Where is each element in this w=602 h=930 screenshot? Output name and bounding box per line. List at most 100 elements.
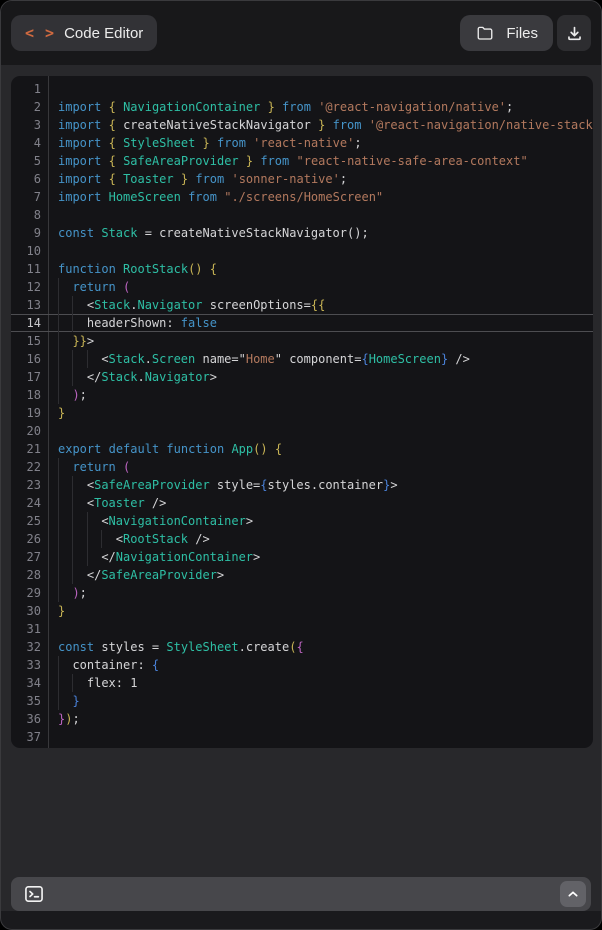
indent-guide <box>58 674 73 692</box>
download-button[interactable] <box>557 15 591 51</box>
code-brackets-icon: < > <box>25 24 56 42</box>
terminal-icon <box>23 883 45 905</box>
code-line[interactable]: 27 </NavigationContainer> <box>11 548 593 566</box>
code-line[interactable]: 32 const styles = StyleSheet.create({ <box>11 638 593 656</box>
line-number: 10 <box>26 244 41 258</box>
code-token: Home <box>245 352 275 366</box>
code-token: styles = <box>94 640 167 654</box>
indent-guide <box>86 530 102 548</box>
code-token: Navigator <box>137 298 203 312</box>
code-line[interactable]: 11 function RootStack() { <box>11 260 593 278</box>
code-token: </ <box>86 568 102 582</box>
code-line[interactable]: 28 </SafeAreaProvider> <box>11 566 593 584</box>
code-line[interactable]: 17 </Stack.Navigator> <box>11 368 593 386</box>
code-token: headerShown: <box>86 316 181 330</box>
code-token: name=" <box>195 352 246 366</box>
code-line[interactable]: 15}}> <box>11 332 593 350</box>
code-line[interactable]: 29); <box>11 584 593 602</box>
code-line[interactable]: 1 <box>11 80 593 98</box>
code-token: from <box>217 136 246 150</box>
code-token: const <box>58 226 95 240</box>
code-line[interactable]: 9 const Stack = createNativeStackNavigato… <box>11 224 593 242</box>
code-token: < <box>101 352 109 366</box>
code-token: App <box>231 442 254 456</box>
code-line[interactable]: 3 import { createNativeStackNavigator } f… <box>11 116 593 134</box>
indent-guide <box>58 584 73 602</box>
code-line[interactable]: 26 <RootStack /> <box>11 530 593 548</box>
indent-guide <box>72 512 87 530</box>
code-line[interactable]: 2 import { NavigationContainer } from '@r… <box>11 98 593 116</box>
code-token: </ <box>101 550 116 564</box>
expand-console-button[interactable] <box>560 881 586 907</box>
code-line[interactable]: 14 headerShown: false <box>11 314 593 332</box>
line-number: 9 <box>33 226 41 240</box>
code-line[interactable]: 10 <box>11 242 593 260</box>
code-line[interactable]: 16 <Stack.Screen name="Home" component={H… <box>11 350 593 368</box>
code-line[interactable]: 5 import { SafeAreaProvider } from "react… <box>11 152 593 170</box>
code-line[interactable]: 19} <box>11 404 593 422</box>
code-token: import <box>58 136 102 150</box>
code-token: ; <box>79 388 87 402</box>
indent-guide <box>58 350 73 368</box>
code-line[interactable]: 20 <box>11 422 593 440</box>
line-number: 15 <box>26 334 41 348</box>
code-line[interactable]: 36}); <box>11 710 593 728</box>
code-token: { <box>296 640 304 654</box>
code-line[interactable]: 25 <NavigationContainer> <box>11 512 593 530</box>
code-line[interactable]: 13 <Stack.Navigator screenOptions={{ <box>11 296 593 314</box>
code-token: NavigationContainer <box>108 514 246 528</box>
code-line[interactable]: 35} <box>11 692 593 710</box>
indent-guide <box>58 314 73 332</box>
code-token: screenOptions= <box>202 298 311 312</box>
code-editor-panel[interactable]: 1 2 import { NavigationContainer } from '@… <box>11 76 593 748</box>
code-token: HomeScreen <box>108 190 181 204</box>
indent-guide <box>86 350 102 368</box>
line-number: 37 <box>26 730 41 744</box>
line-number: 33 <box>26 658 41 672</box>
code-token: ; <box>506 100 514 114</box>
code-token: SafeAreaProvider <box>101 568 217 582</box>
code-token: } <box>267 100 275 114</box>
code-token: /> <box>188 532 210 546</box>
code-line[interactable]: 33 container: { <box>11 656 593 674</box>
code-token: const <box>58 640 95 654</box>
code-token: } <box>202 136 210 150</box>
code-line[interactable]: 7 import HomeScreen from "./screens/HomeS… <box>11 188 593 206</box>
app-title-pill: < > Code Editor <box>11 15 158 51</box>
line-number: 27 <box>26 550 41 564</box>
code-line[interactable]: 31 <box>11 620 593 638</box>
code-token: false <box>180 316 217 330</box>
code-token: .create <box>238 640 290 654</box>
code-line[interactable]: 23 <SafeAreaProvider style={styles.contai… <box>11 476 593 494</box>
line-number: 29 <box>26 586 41 600</box>
code-token: > <box>86 334 95 348</box>
code-line[interactable]: 34 flex: 1 <box>11 674 593 692</box>
terminal-button[interactable] <box>23 883 45 905</box>
code-line[interactable]: 8 <box>11 206 593 224</box>
code-line[interactable]: 30} <box>11 602 593 620</box>
code-line[interactable]: 12 return ( <box>11 278 593 296</box>
line-number: 30 <box>26 604 41 618</box>
code-line[interactable]: 6 import { Toaster } from 'sonner-native'… <box>11 170 593 188</box>
code-line[interactable]: 18); <box>11 386 593 404</box>
code-line[interactable]: 22 return ( <box>11 458 593 476</box>
code-line[interactable]: 37 <box>11 728 593 746</box>
indent-guide <box>72 548 87 566</box>
code-line[interactable]: 21 export default function App() { <box>11 440 593 458</box>
code-line[interactable]: 24 <Toaster /> <box>11 494 593 512</box>
code-token: ) <box>72 388 80 402</box>
files-button[interactable]: Files <box>460 15 553 51</box>
console-bar[interactable] <box>11 877 591 911</box>
files-button-label: Files <box>506 24 538 42</box>
code-token: import <box>58 172 102 186</box>
code-line[interactable]: 4 import { StyleSheet } from 'react-nativ… <box>11 134 593 152</box>
code-token: > <box>390 478 398 492</box>
line-number: 34 <box>26 676 41 690</box>
code-token: "./screens/HomeScreen" <box>224 190 384 204</box>
indent-guide <box>86 512 102 530</box>
